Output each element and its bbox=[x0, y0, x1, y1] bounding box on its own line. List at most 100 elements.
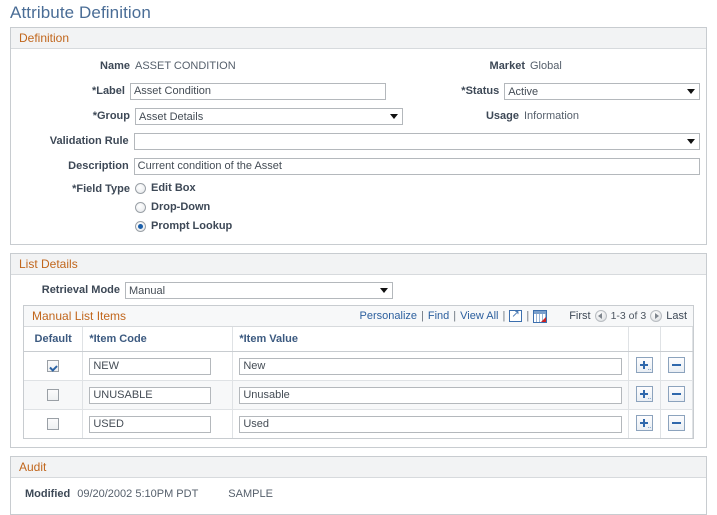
expand-window-icon[interactable] bbox=[509, 308, 523, 322]
grid-titlebar: Manual List Items Personalize | Find | V… bbox=[24, 306, 693, 327]
cell-default bbox=[24, 351, 84, 381]
field-type-radio-group: Edit Box Drop-Down Prompt Lookup bbox=[135, 182, 232, 232]
row-modified: Modified 09/20/2002 5:10PM PDT SAMPLE bbox=[17, 484, 700, 504]
retrieval-mode-select[interactable]: Manual bbox=[125, 281, 393, 299]
item-value-input[interactable] bbox=[239, 357, 623, 375]
cell-add-row: .. bbox=[628, 409, 662, 438]
field-type-label: *Field Type bbox=[72, 183, 130, 195]
list-details-section-body: Retrieval Mode Manual Manual List Items … bbox=[11, 275, 706, 447]
chevron-down-icon bbox=[380, 288, 388, 293]
cell-default bbox=[24, 409, 84, 438]
description-input[interactable] bbox=[133, 157, 700, 175]
group-select[interactable]: Asset Details bbox=[135, 107, 403, 125]
cell-remove-row bbox=[660, 380, 693, 410]
row-group-usage: *Group Asset Details Usage Information bbox=[17, 107, 700, 125]
add-row-button[interactable]: .. bbox=[636, 356, 654, 373]
column-header-default: Default bbox=[24, 327, 84, 352]
item-value-input[interactable] bbox=[239, 415, 623, 433]
retrieval-mode-value: Manual bbox=[129, 284, 166, 297]
item-code-input[interactable] bbox=[89, 386, 212, 404]
field-type-option-prompt-lookup[interactable]: Prompt Lookup bbox=[135, 220, 232, 232]
cell-item-value bbox=[232, 409, 630, 438]
separator: | bbox=[421, 310, 424, 322]
definition-section-header: Definition bbox=[11, 28, 706, 49]
market-label: Market bbox=[489, 60, 525, 72]
cell-item-code bbox=[82, 409, 234, 438]
radio-icon[interactable] bbox=[135, 201, 146, 213]
group-select-value: Asset Details bbox=[139, 110, 204, 123]
default-checkbox[interactable] bbox=[47, 418, 60, 431]
view-all-link[interactable]: View All bbox=[460, 310, 498, 322]
radio-icon[interactable] bbox=[135, 182, 146, 194]
row-name-market: Name ASSET CONDITION Market Global bbox=[17, 57, 700, 75]
last-page-link[interactable]: Last bbox=[666, 310, 687, 322]
item-value-input[interactable] bbox=[239, 386, 623, 404]
list-details-section: List Details Retrieval Mode Manual Manua… bbox=[10, 253, 707, 448]
status-select-value: Active bbox=[508, 85, 539, 98]
modified-label: Modified bbox=[25, 488, 71, 500]
field-type-option-drop-down[interactable]: Drop-Down bbox=[135, 201, 232, 213]
personalize-link[interactable]: Personalize bbox=[360, 310, 417, 322]
validation-rule-select[interactable] bbox=[133, 132, 700, 150]
download-to-excel-icon[interactable] bbox=[533, 309, 548, 323]
grid-title: Manual List Items bbox=[32, 309, 127, 323]
default-checkbox[interactable] bbox=[47, 389, 60, 402]
remove-row-button[interactable] bbox=[668, 356, 686, 373]
list-items-table: Default *Item Code *Item Value NEW New .… bbox=[24, 327, 693, 438]
next-page-icon[interactable] bbox=[650, 310, 663, 322]
cell-item-value bbox=[232, 351, 630, 381]
remove-row-button[interactable] bbox=[668, 385, 686, 402]
row-retrieval-mode: Retrieval Mode Manual bbox=[17, 281, 700, 299]
field-type-option-label: Drop-Down bbox=[151, 201, 211, 213]
usage-value: Information bbox=[524, 110, 580, 122]
chevron-down-icon bbox=[687, 139, 695, 144]
row-label-status: *Label *Status Active bbox=[17, 82, 701, 100]
label-field-label: *Label bbox=[91, 85, 125, 97]
modified-user: SAMPLE bbox=[228, 488, 273, 500]
audit-section-header: Audit bbox=[11, 457, 706, 478]
row-validation-rule: Validation Rule bbox=[17, 132, 700, 150]
previous-page-icon[interactable] bbox=[594, 310, 607, 322]
field-type-option-label: Prompt Lookup bbox=[151, 220, 233, 232]
label-input[interactable] bbox=[129, 82, 387, 100]
item-code-input[interactable] bbox=[89, 415, 212, 433]
definition-section-body: Name ASSET CONDITION Market Global *Labe… bbox=[11, 49, 706, 244]
chevron-down-icon bbox=[687, 89, 696, 94]
add-row-button[interactable]: .. bbox=[636, 414, 654, 431]
usage-label: Usage bbox=[485, 110, 519, 122]
column-header-item-code: *Item Code bbox=[82, 327, 234, 352]
field-type-option-edit-box[interactable]: Edit Box bbox=[135, 182, 232, 194]
item-code-input[interactable] bbox=[89, 357, 212, 375]
page-title: Attribute Definition bbox=[10, 3, 151, 22]
separator: | bbox=[453, 310, 457, 322]
status-select[interactable]: Active bbox=[504, 82, 701, 100]
column-header-add bbox=[628, 327, 662, 352]
retrieval-mode-label: Retrieval Mode bbox=[41, 284, 120, 296]
validation-rule-label: Validation Rule bbox=[49, 135, 129, 147]
cell-item-code bbox=[82, 351, 234, 381]
modified-timestamp: 09/20/2002 5:10PM PDT bbox=[77, 488, 199, 500]
separator: | bbox=[526, 310, 530, 322]
table-row: .. bbox=[24, 351, 693, 381]
default-checkbox[interactable] bbox=[47, 360, 60, 373]
remove-row-button[interactable] bbox=[668, 414, 686, 431]
radio-icon-selected[interactable] bbox=[135, 220, 146, 232]
table-header-row: Default *Item Code *Item Value bbox=[24, 327, 693, 352]
separator: | bbox=[502, 310, 506, 322]
list-details-section-header: List Details bbox=[11, 254, 706, 275]
add-row-button[interactable]: .. bbox=[636, 385, 654, 402]
row-field-type: *Field Type Edit Box Drop-Down Prompt Lo… bbox=[17, 182, 700, 232]
group-label: *Group bbox=[92, 110, 130, 122]
chevron-down-icon bbox=[390, 114, 398, 119]
cell-add-row: .. bbox=[628, 351, 662, 381]
cell-add-row: .. bbox=[628, 380, 662, 410]
first-page-link[interactable]: First bbox=[569, 310, 590, 322]
column-header-item-value: *Item Value bbox=[232, 327, 630, 352]
cell-item-code bbox=[82, 380, 234, 410]
grid-pagination: First 1-3 of 3 Last bbox=[569, 310, 687, 322]
description-label: Description bbox=[68, 160, 129, 172]
cell-remove-row bbox=[660, 351, 693, 381]
row-description: Description bbox=[17, 157, 700, 175]
find-link[interactable]: Find bbox=[428, 310, 449, 322]
page-range: 1-3 of 3 bbox=[610, 310, 647, 322]
